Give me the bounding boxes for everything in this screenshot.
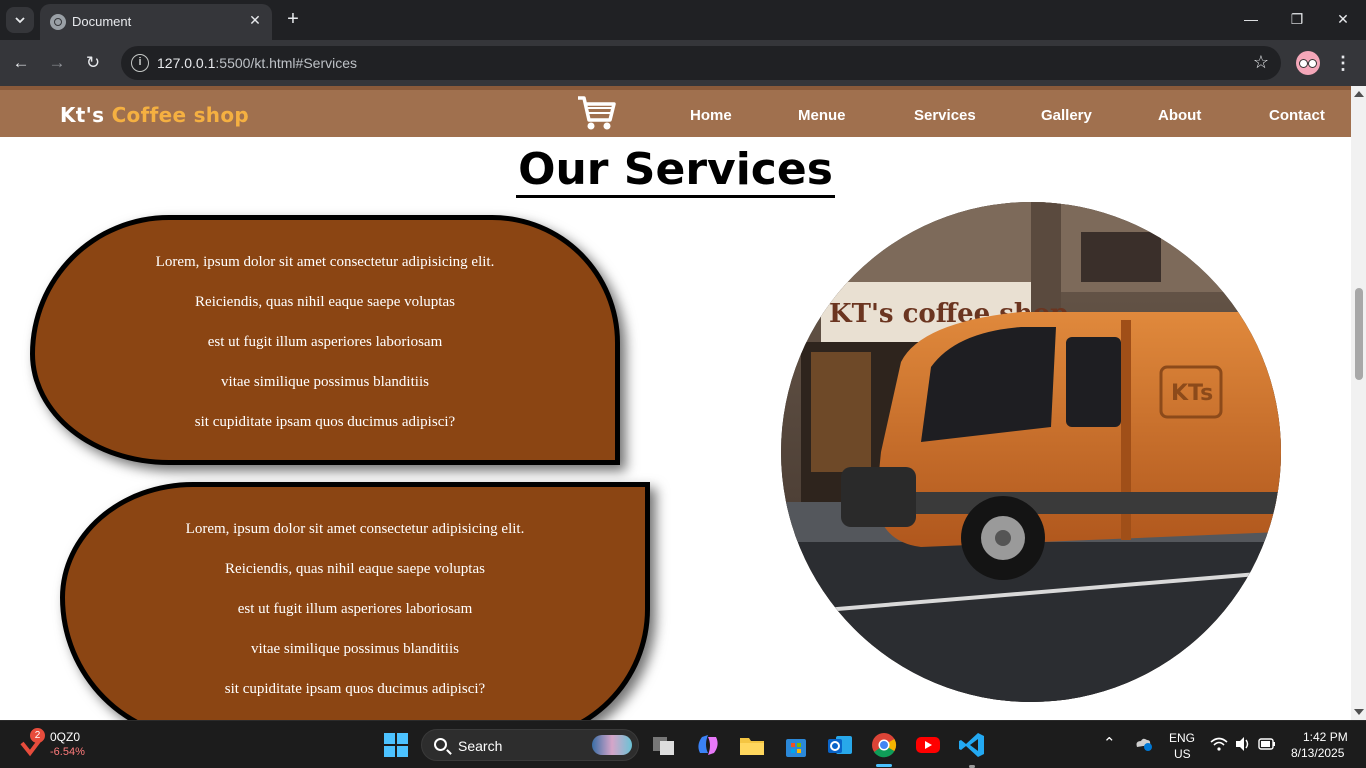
taskbar-search[interactable]: Search: [421, 729, 639, 761]
card-line: Lorem, ipsum dolor sit amet consectetur …: [155, 254, 495, 270]
active-app-indicator: [876, 764, 892, 767]
chevron-down-icon: [15, 17, 25, 24]
card-line: Reiciendis, quas nihil eaque saepe volup…: [225, 561, 485, 577]
stock-change: -6.54%: [50, 746, 85, 758]
coffee-van-photo: KT's coffee shop KTs: [781, 202, 1281, 702]
site-navbar: Kt's Coffee shop Home Menue Services Gal…: [0, 86, 1351, 137]
card-line: vitae similique possimus blanditiis: [251, 641, 459, 657]
card-line: est ut fugit illum asperiores laboriosam: [237, 601, 473, 617]
file-explorer-icon[interactable]: [738, 731, 766, 759]
card-line: vitae similique possimus blanditiis: [221, 374, 429, 390]
nav-link-gallery[interactable]: Gallery: [1041, 107, 1092, 124]
back-button[interactable]: ←: [8, 50, 34, 76]
youtube-icon[interactable]: [914, 731, 942, 759]
site-info-icon[interactable]: i: [131, 54, 149, 72]
onedrive-sync-icon[interactable]: [1133, 735, 1153, 753]
forward-button[interactable]: →: [44, 50, 70, 76]
region-code[interactable]: US: [1174, 747, 1191, 761]
browser-toolbar: ← → ↻ i 127.0.0.1:5500/kt.html#Services …: [0, 40, 1366, 86]
tab-strip: Document ✕ + — ❐ ✕: [0, 0, 1366, 40]
card-line: sit cupiditate ipsam quos ducimus adipis…: [224, 681, 486, 697]
nav-link-contact[interactable]: Contact: [1269, 107, 1325, 124]
scrollbar-thumb[interactable]: [1355, 288, 1363, 380]
clock-time[interactable]: 1:42 PM: [1303, 730, 1348, 744]
search-highlight-icon: [592, 735, 632, 755]
windows-taskbar: 2 0QZ0 -6.54% Search ⌃ ENG US 1:42 PM 8/…: [0, 720, 1366, 768]
globe-icon: [50, 14, 66, 30]
chrome-icon[interactable]: [870, 731, 898, 759]
search-icon: [434, 738, 447, 751]
nav-link-home[interactable]: Home: [690, 107, 732, 124]
card-line: Lorem, ipsum dolor sit amet consectetur …: [185, 521, 525, 537]
scroll-up-arrow-icon[interactable]: [1354, 91, 1364, 97]
tab-search-button[interactable]: [6, 7, 34, 33]
bookmark-star-icon[interactable]: ☆: [1253, 52, 1269, 73]
windows-start-icon[interactable]: [382, 731, 410, 759]
page-scrollbar[interactable]: [1351, 86, 1366, 720]
section-heading: Our Services: [0, 144, 1351, 198]
tray-overflow-icon[interactable]: ⌃: [1103, 734, 1116, 752]
stock-notification-badge: 2: [30, 728, 45, 743]
scroll-down-arrow-icon[interactable]: [1354, 709, 1364, 715]
new-tab-button[interactable]: +: [282, 8, 304, 30]
copilot-icon[interactable]: [694, 731, 722, 759]
coffee-van-illustration: KT's coffee shop KTs: [781, 202, 1281, 702]
wifi-icon[interactable]: [1210, 737, 1228, 751]
clock-date[interactable]: 8/13/2025: [1291, 746, 1344, 760]
site-logo[interactable]: Kt's Coffee shop: [60, 103, 249, 127]
nav-link-about[interactable]: About: [1158, 107, 1201, 124]
card-line: sit cupiditate ipsam quos ducimus adipis…: [194, 414, 456, 430]
task-view-icon[interactable]: [650, 731, 678, 759]
search-label: Search: [458, 738, 503, 754]
nav-link-services[interactable]: Services: [914, 107, 976, 124]
browser-tab[interactable]: Document ✕: [40, 4, 272, 40]
close-window-button[interactable]: ✕: [1328, 6, 1358, 32]
vscode-icon[interactable]: [958, 731, 986, 759]
microsoft-store-icon[interactable]: [782, 731, 810, 759]
card-line: est ut fugit illum asperiores laboriosam: [207, 334, 443, 350]
minimize-button[interactable]: —: [1236, 6, 1266, 32]
tab-title: Document: [72, 14, 132, 29]
nav-link-menue[interactable]: Menue: [798, 107, 846, 124]
service-card-1: Lorem, ipsum dolor sit amet consectetur …: [30, 215, 620, 465]
cart-icon[interactable]: [576, 94, 616, 132]
page-viewport: Kt's Coffee shop Home Menue Services Gal…: [0, 86, 1351, 720]
van-logo: KTs: [1171, 381, 1213, 406]
outlook-icon[interactable]: [826, 731, 854, 759]
battery-icon[interactable]: [1258, 738, 1276, 750]
service-card-2: Lorem, ipsum dolor sit amet consectetur …: [60, 482, 650, 720]
profile-avatar[interactable]: [1296, 51, 1320, 75]
restore-button[interactable]: ❐: [1282, 6, 1312, 32]
language-code[interactable]: ENG: [1169, 731, 1195, 745]
volume-icon[interactable]: [1234, 736, 1252, 752]
url-text[interactable]: 127.0.0.1:5500/kt.html#Services: [157, 55, 357, 71]
stock-ticker[interactable]: 0QZ0: [50, 730, 80, 744]
close-tab-icon[interactable]: ✕: [246, 11, 264, 29]
reload-button[interactable]: ↻: [80, 50, 106, 76]
chrome-menu-icon[interactable]: ⋮: [1332, 50, 1354, 76]
card-line: Reiciendis, quas nihil eaque saepe volup…: [195, 294, 455, 310]
address-bar[interactable]: i 127.0.0.1:5500/kt.html#Services ☆: [121, 46, 1281, 80]
